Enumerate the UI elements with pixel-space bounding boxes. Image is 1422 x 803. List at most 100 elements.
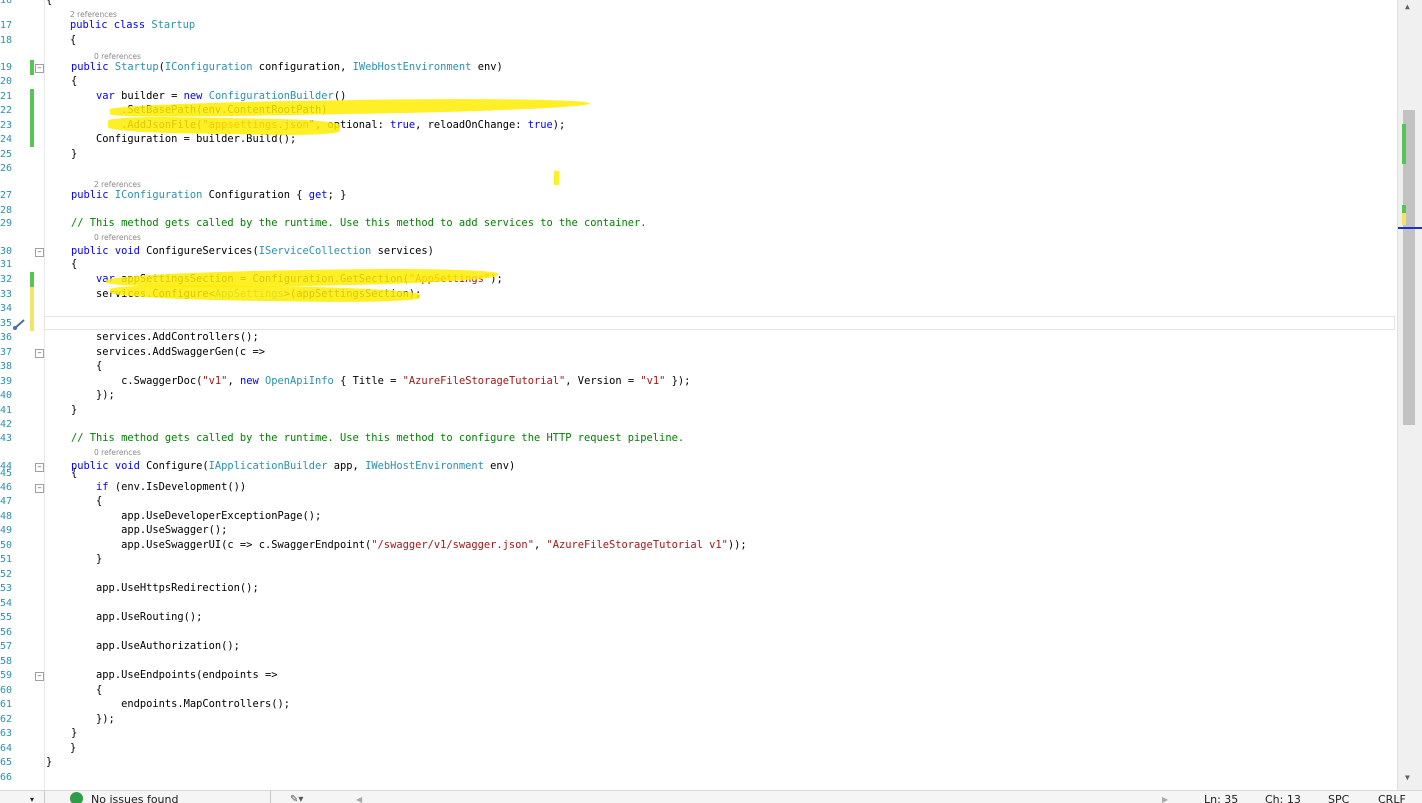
code-token: IConfiguration [114, 189, 203, 201]
collapse-toggle-icon[interactable]: − [35, 484, 44, 493]
code-line[interactable]: 49 app.UseSwagger(); [0, 523, 1397, 538]
code-line[interactable]: 65} [0, 755, 1397, 770]
code-text: // This method gets called by the runtim… [46, 216, 647, 231]
code-line[interactable]: 41 } [0, 403, 1397, 418]
code-line[interactable]: 21 var builder = new ConfigurationBuilde… [0, 89, 1397, 104]
code-line[interactable]: 29 // This method gets called by the run… [0, 216, 1397, 231]
code-token: app.UseDeveloperExceptionPage(); [46, 510, 322, 522]
whitespace-mode[interactable]: SPC [1328, 791, 1349, 803]
quick-actions-brush-icon[interactable] [12, 318, 26, 330]
code-line[interactable]: 55 app.UseRouting(); [0, 610, 1397, 625]
code-token: { [46, 495, 103, 507]
code-line[interactable]: 35 [0, 316, 1397, 331]
code-line[interactable]: 31 { [0, 257, 1397, 272]
code-text: services.AddControllers(); [46, 330, 259, 345]
code-line[interactable]: 26 [0, 161, 1397, 176]
codelens-references[interactable]: 0 references [94, 233, 141, 242]
zoom-dropdown-icon[interactable]: ▾ [30, 791, 34, 803]
code-line[interactable]: 43 // This method gets called by the run… [0, 431, 1397, 446]
code-line[interactable]: 54 [0, 596, 1397, 611]
code-token: public class [70, 19, 152, 31]
code-token: { Title = [333, 375, 403, 387]
codelens-references[interactable]: 0 references [94, 448, 141, 457]
code-text: endpoints.MapControllers(); [46, 697, 290, 712]
line-number: 42 [0, 419, 13, 430]
code-line[interactable]: 56 [0, 625, 1397, 640]
saved-change-marker [30, 89, 34, 104]
code-line[interactable]: 61 endpoints.MapControllers(); [0, 697, 1397, 712]
line-indicator[interactable]: Ln: 35 [1204, 791, 1238, 803]
code-token: { [46, 258, 78, 270]
line-ending[interactable]: CRLF [1378, 791, 1406, 803]
code-line[interactable]: 50 app.UseSwaggerUI(c => c.SwaggerEndpoi… [0, 538, 1397, 553]
code-line[interactable]: 24 Configuration = builder.Build(); [0, 132, 1397, 147]
line-number: 32 [0, 274, 13, 285]
collapse-toggle-icon[interactable]: − [35, 349, 44, 358]
code-token: env) [471, 61, 503, 73]
code-line[interactable]: 60 { [0, 683, 1397, 698]
line-number: 59 [0, 670, 13, 681]
collapse-toggle-icon[interactable]: − [35, 64, 44, 73]
scroll-right-arrow-icon[interactable]: ▶ [1162, 791, 1168, 803]
code-token: )); [727, 539, 747, 551]
code-line[interactable]: 63 } [0, 726, 1397, 741]
code-token: var [96, 90, 115, 102]
line-number: 33 [0, 289, 13, 300]
code-text: app.UseAuthorization(); [46, 639, 240, 654]
code-line[interactable]: 39 c.SwaggerDoc("v1", new OpenApiInfo { … [0, 374, 1397, 389]
code-token: app.UseRouting(); [46, 611, 203, 623]
code-line[interactable]: 47 { [0, 494, 1397, 509]
code-line[interactable]: 42 [0, 417, 1397, 432]
line-number: 18 [0, 35, 13, 46]
code-line[interactable]: 37 − services.AddSwaggerGen(c => [0, 345, 1397, 360]
line-number: 48 [0, 511, 13, 522]
code-line[interactable]: 34 [0, 301, 1397, 316]
code-text: c.SwaggerDoc("v1", new OpenApiInfo { Tit… [46, 374, 690, 389]
code-line[interactable]: 58 [0, 654, 1397, 669]
scroll-left-arrow-icon[interactable]: ◀ [356, 791, 362, 803]
code-line[interactable]: 36 services.AddControllers(); [0, 330, 1397, 345]
scroll-down-arrow-icon[interactable]: ▼ [1405, 773, 1410, 782]
code-line[interactable]: 40 }); [0, 388, 1397, 403]
char-indicator[interactable]: Ch: 13 [1265, 791, 1301, 803]
code-line[interactable]: 18 { [0, 33, 1397, 48]
code-token: app.UseHttpsRedirection(); [46, 582, 259, 594]
line-number: 63 [0, 728, 13, 739]
line-number: 17 [0, 20, 13, 31]
code-line[interactable]: 25 } [0, 147, 1397, 162]
code-token: if [96, 481, 109, 493]
collapse-toggle-icon[interactable]: − [35, 248, 44, 257]
status-bar: ▾ No issues found ✎▾ ◀ ▶ Ln: 35 Ch: 13 S… [0, 790, 1422, 803]
code-line[interactable]: 66 [0, 770, 1397, 785]
code-line[interactable]: 52 [0, 567, 1397, 582]
code-line[interactable]: 51 } [0, 552, 1397, 567]
code-editor[interactable]: 16{2 references 17 public class Startup 18{… [0, 0, 1397, 790]
code-line[interactable]: 19 − public Startup(IConfiguration config… [0, 60, 1397, 75]
brush-icon[interactable]: ✎▾ [290, 791, 303, 803]
code-token: services) [371, 245, 434, 257]
code-line[interactable]: 46 − if (env.IsDevelopment()) [0, 480, 1397, 495]
code-line[interactable]: 27 public IConfiguration Configuration {… [0, 188, 1397, 203]
collapse-toggle-icon[interactable]: − [35, 672, 44, 681]
code-line[interactable]: 38 { [0, 359, 1397, 374]
code-line[interactable]: 53 app.UseHttpsRedirection(); [0, 581, 1397, 596]
line-number: 16 [0, 0, 13, 6]
code-line[interactable]: 48 app.UseDeveloperExceptionPage(); [0, 509, 1397, 524]
code-token: } [46, 553, 103, 565]
code-text: if (env.IsDevelopment()) [46, 480, 246, 495]
code-token: Startup [151, 19, 196, 31]
code-line[interactable]: 62 }); [0, 712, 1397, 727]
code-line[interactable]: 45 { [0, 466, 1397, 481]
line-number: 22 [0, 105, 13, 116]
code-line[interactable]: 20 { [0, 74, 1397, 89]
code-line[interactable]: 57 app.UseAuthorization(); [0, 639, 1397, 654]
code-line[interactable]: 59 − app.UseEndpoints(endpoints => [0, 668, 1397, 683]
code-line[interactable]: 17 public class Startup [0, 18, 1397, 33]
vertical-scrollbar[interactable]: ▲ ▼ [1397, 0, 1422, 790]
scroll-up-arrow-icon[interactable]: ▲ [1405, 2, 1410, 11]
code-line[interactable]: 16 { [0, 0, 1397, 8]
code-text: // This method gets called by the runtim… [46, 431, 684, 446]
code-line[interactable]: 64} [0, 741, 1397, 756]
issues-status[interactable]: No issues found [91, 791, 178, 803]
